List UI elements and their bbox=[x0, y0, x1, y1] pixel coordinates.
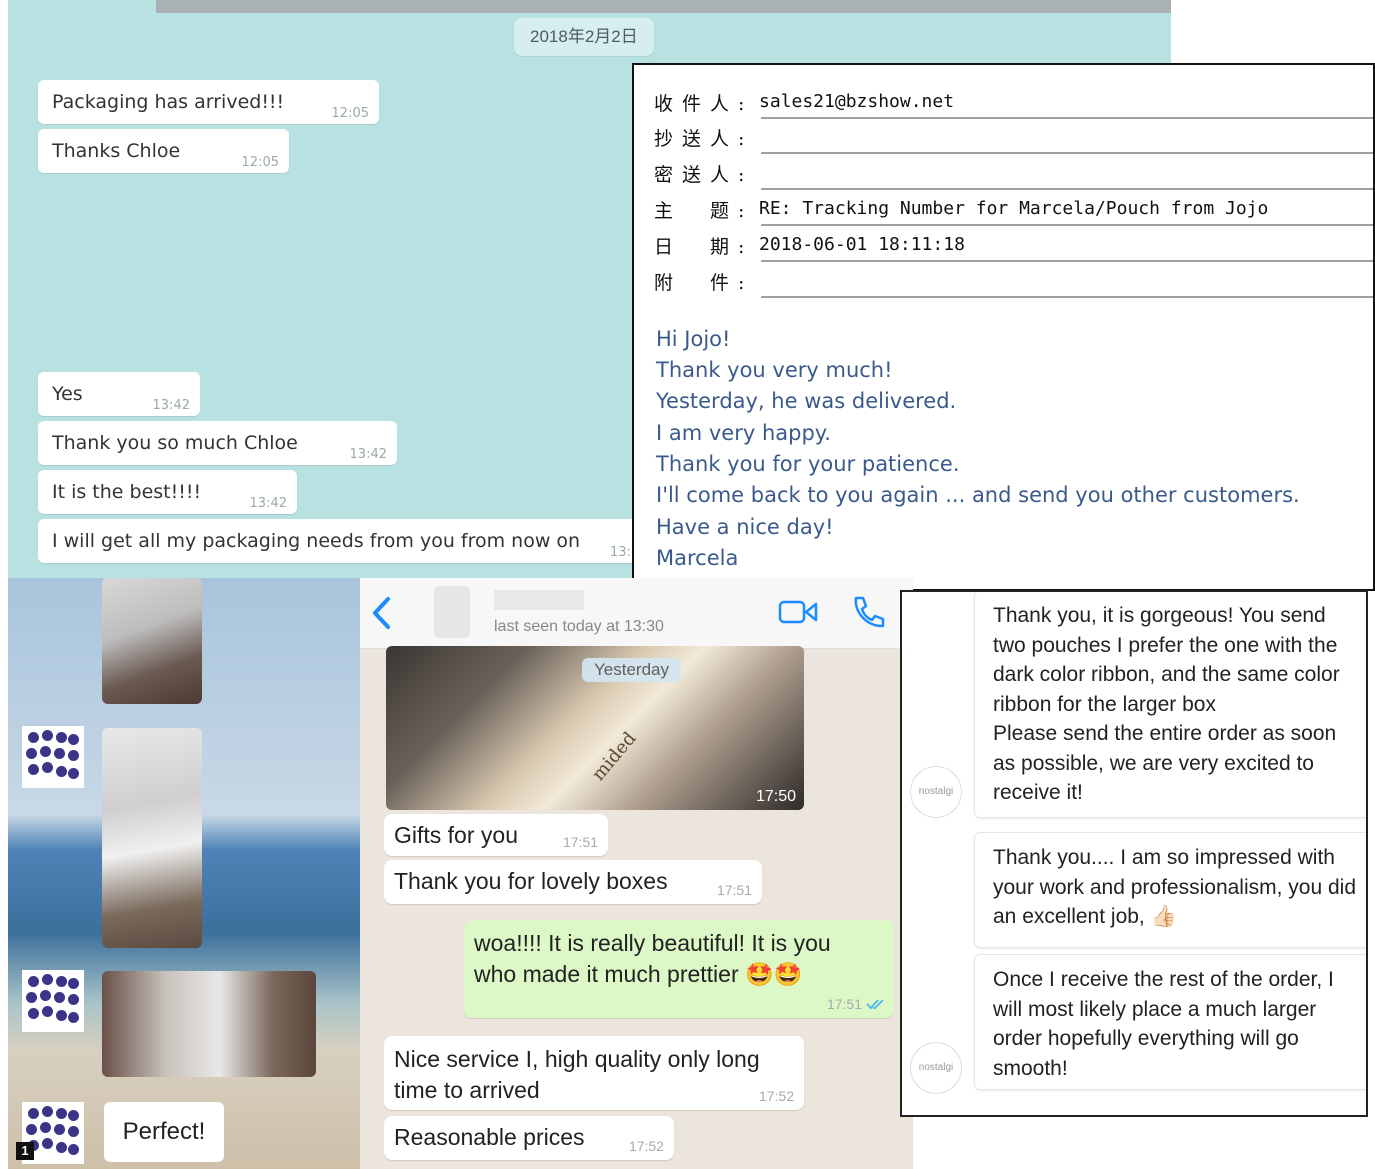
message-text: Thanks Chloe bbox=[52, 140, 181, 162]
back-chevron-icon[interactable] bbox=[370, 596, 392, 630]
review-card[interactable]: Once I receive the rest of the order, I … bbox=[974, 954, 1366, 1090]
message-time: 13:42 bbox=[349, 447, 387, 462]
header-label: 密送人: bbox=[654, 164, 754, 186]
header-label: 抄送人: bbox=[654, 128, 754, 150]
email-body-line: Have a nice day! bbox=[656, 515, 834, 539]
header-label: 主 题: bbox=[654, 200, 754, 222]
email-header-attachment: 附 件: bbox=[654, 264, 1373, 298]
review-text: Once I receive the rest of the order, I … bbox=[993, 968, 1334, 1080]
shared-photo[interactable] bbox=[102, 728, 202, 948]
image-time: 17:50 bbox=[755, 788, 796, 805]
reviewer-avatar[interactable]: nostalgi bbox=[910, 766, 962, 818]
email-header-bcc: 密送人: bbox=[654, 156, 1373, 190]
header-label: 附 件: bbox=[654, 272, 754, 294]
message-time: 17:51 bbox=[562, 834, 598, 850]
chat-bubble[interactable]: It is the best!!!! 13:42 bbox=[38, 470, 297, 514]
message-text: Thank you for lovely boxes bbox=[394, 868, 668, 894]
header-value[interactable]: sales21@bzshow.net bbox=[759, 91, 954, 112]
shared-photo[interactable] bbox=[102, 971, 316, 1077]
chat-bubble[interactable]: Packaging has arrived!!! 12:05 bbox=[38, 80, 379, 124]
shared-photo[interactable] bbox=[102, 578, 202, 704]
header-label: 收件人: bbox=[654, 93, 754, 115]
email-panel: 收件人: sales21@bzshow.net 抄送人: 密送人: 主 题: R… bbox=[632, 63, 1375, 591]
email-body-line: Thank you for your patience. bbox=[656, 452, 960, 476]
contact-name[interactable] bbox=[494, 590, 584, 610]
message-text: Thank you so much Chloe bbox=[52, 432, 298, 454]
message-text: Packaging has arrived!!! bbox=[52, 91, 285, 113]
incoming-message[interactable]: Gifts for you 17:51 bbox=[384, 814, 608, 856]
email-body-line: Hi Jojo! bbox=[656, 327, 731, 351]
outgoing-message[interactable]: woa!!!! It is really beautiful! It is yo… bbox=[464, 920, 894, 1018]
review-card[interactable]: Thank you.... I am so impressed with you… bbox=[974, 832, 1366, 948]
message-time: 13:42 bbox=[152, 398, 190, 413]
whatsapp-panel: last seen today at 13:30 mided 17:50 Yes… bbox=[360, 578, 913, 1169]
header-value[interactable]: 2018-06-01 18:11:18 bbox=[759, 234, 965, 255]
chat-header: last seen today at 13:30 bbox=[360, 578, 913, 649]
email-body-line: Thank you very much! bbox=[656, 358, 893, 382]
message-time: 17:51 bbox=[716, 882, 752, 898]
message-bubble[interactable]: Perfect! bbox=[104, 1102, 224, 1162]
phone-icon[interactable] bbox=[850, 594, 886, 630]
message-text: Gifts for you bbox=[394, 822, 518, 848]
day-chip: Yesterday bbox=[582, 658, 681, 682]
image-logo-text: mided bbox=[588, 728, 641, 785]
header-value[interactable]: RE: Tracking Number for Marcela/Pouch fr… bbox=[759, 198, 1268, 219]
read-receipt-icon bbox=[866, 999, 884, 1010]
review-text: Thank you.... I am so impressed with you… bbox=[993, 846, 1357, 928]
email-header-date: 日 期: 2018-06-01 18:11:18 bbox=[654, 228, 1373, 262]
message-text: woa!!!! It is really beautiful! It is yo… bbox=[474, 930, 831, 987]
email-body-line: Yesterday, he was delivered. bbox=[656, 389, 957, 413]
email-body-line: Marcela bbox=[656, 546, 739, 570]
date-chip: 2018年2月2日 bbox=[514, 18, 654, 56]
video-call-icon[interactable] bbox=[778, 598, 818, 626]
message-text: Reasonable prices bbox=[394, 1124, 585, 1150]
chat-bubble[interactable]: Thanks Chloe 12:05 bbox=[38, 129, 289, 173]
chat-bubble[interactable]: Yes 13:42 bbox=[38, 372, 200, 416]
top-bar bbox=[156, 0, 1171, 13]
message-time: 12:05 bbox=[331, 106, 369, 121]
message-text: It is the best!!!! bbox=[52, 481, 202, 503]
incoming-message[interactable]: Nice service I, high quality only long t… bbox=[384, 1036, 804, 1110]
email-body-line: I am very happy. bbox=[656, 421, 831, 445]
avatar[interactable] bbox=[22, 970, 84, 1032]
message-text: I will get all my packaging needs from y… bbox=[52, 530, 581, 552]
message-time: 13:42 bbox=[249, 496, 287, 511]
chat-bubble[interactable]: I will get all my packaging needs from y… bbox=[38, 519, 672, 563]
notification-badge: 1 bbox=[16, 1142, 34, 1160]
message-time: 17:52 bbox=[628, 1138, 664, 1154]
message-text: Yes bbox=[52, 383, 83, 405]
email-header-cc: 抄送人: bbox=[654, 120, 1373, 154]
instagram-panel: 1 Perfect! bbox=[8, 578, 360, 1169]
message-time: 13: bbox=[610, 545, 631, 560]
message-time: 12:05 bbox=[241, 155, 279, 170]
reviewer-avatar[interactable]: nostalgi bbox=[910, 1042, 962, 1094]
last-seen-status: last seen today at 13:30 bbox=[494, 618, 664, 635]
message-time: 17:51 bbox=[826, 996, 862, 1012]
contact-avatar[interactable] bbox=[434, 586, 470, 638]
incoming-message[interactable]: Reasonable prices 17:52 bbox=[384, 1116, 674, 1160]
email-body-line: I'll come back to you again ... and send… bbox=[656, 483, 1300, 507]
header-label: 日 期: bbox=[654, 236, 754, 258]
avatar[interactable] bbox=[22, 726, 84, 788]
incoming-message[interactable]: Thank you for lovely boxes 17:51 bbox=[384, 860, 762, 904]
reviews-panel: Thank you, it is gorgeous! You send two … bbox=[900, 590, 1368, 1117]
message-text: Nice service I, high quality only long t… bbox=[394, 1046, 760, 1103]
email-header-to: 收件人: sales21@bzshow.net bbox=[654, 85, 1373, 119]
review-card[interactable]: Thank you, it is gorgeous! You send two … bbox=[974, 592, 1366, 818]
message-time: 17:52 bbox=[758, 1088, 794, 1104]
chat-bubble[interactable]: Thank you so much Chloe 13:42 bbox=[38, 421, 397, 465]
email-header-subject: 主 题: RE: Tracking Number for Marcela/Pou… bbox=[654, 192, 1373, 226]
review-text: Thank you, it is gorgeous! You send two … bbox=[993, 604, 1340, 804]
